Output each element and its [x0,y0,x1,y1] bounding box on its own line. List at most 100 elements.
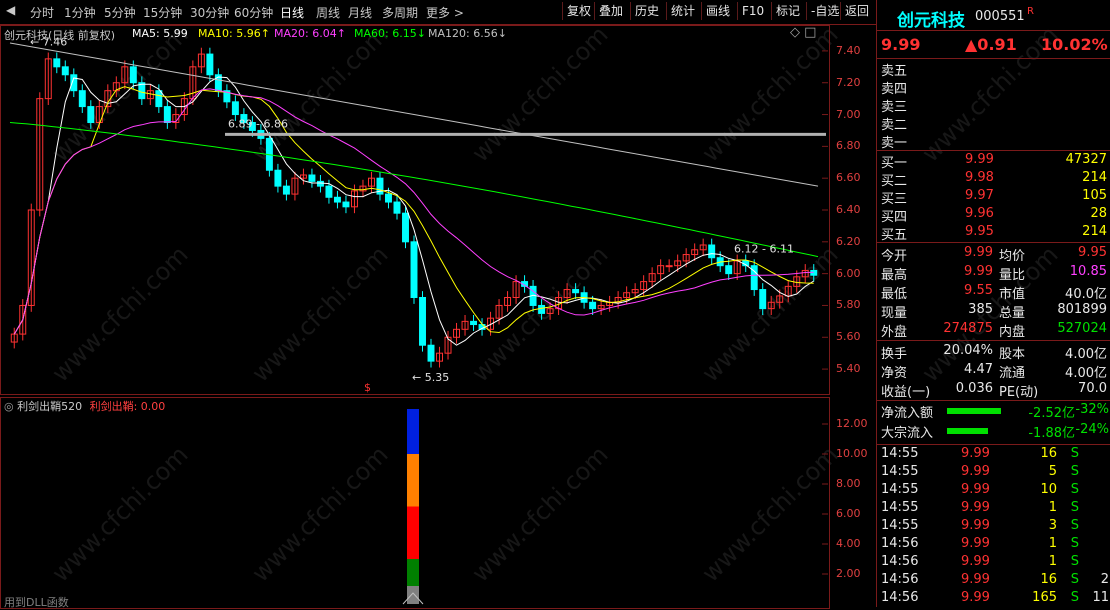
fund-label: PE(动) [999,385,1039,400]
fund-label: 流通 [999,366,1026,381]
range2-annotation: 6.12 - 6.11 [734,243,794,256]
period-tab-8[interactable]: 月线 [348,4,372,21]
candle-body [155,90,163,108]
buy-row: 买一 9.99 47327 [877,152,1110,171]
sell-row: 卖二 [877,114,1110,133]
y-axis-label: 6.80 [836,139,861,153]
candlestick-chart[interactable]: 创元科技(日线 前复权) MA5: 5.99 MA10: 5.96↑ MA20: 6… [0,25,861,395]
candle-body [759,289,767,310]
stat-label: 均价 [999,249,1026,264]
fund-label: 净资 [881,366,908,381]
toolbar-btn-6[interactable]: 标记 [771,2,804,20]
tick-time: 14:56 [881,590,919,605]
period-tab-0[interactable]: 分时 [30,4,54,21]
toolbar-arrow-icon[interactable]: ◀ [6,3,15,17]
buy-volume: 214 [1082,170,1107,185]
tick-row: 14:55 9.99 1 S [877,500,1110,518]
candle-body [708,244,716,259]
candle-body [427,344,435,362]
dll-footer: 用到DLL函数 [4,596,69,609]
period-tab-4[interactable]: 30分钟 [190,4,229,21]
indicator-y-label: 6.00 [836,507,861,520]
tick-time: 14:55 [881,500,919,515]
candle-body [163,106,171,124]
fund-row: 净资 4.47 流通 4.00亿 [877,362,1110,381]
tick-count: 2 [1100,572,1109,587]
stat-value: 527024 [1057,321,1107,336]
tick-side: S [1070,482,1079,497]
fund-value: 4.00亿 [1065,366,1107,381]
y-axis-label: 7.40 [836,43,861,57]
separator [877,30,1110,31]
toolbar-btn-1[interactable]: 叠加 [594,2,627,20]
candle-body [61,66,69,76]
stat-label: 今开 [881,249,908,264]
toolbar-btn-3[interactable]: 统计 [666,2,699,20]
tick-row: 14:56 9.99 165 S 11 [877,590,1110,608]
flow-row: 净流入额 -2.52亿 -32% [877,402,1110,421]
tick-volume: 5 [1048,464,1057,479]
tick-price: 9.99 [961,464,990,479]
stock-code: 000551 [975,9,1025,24]
y-axis-label: 6.40 [836,203,861,216]
range1-annotation: 6.89 - 6.86 [228,118,288,131]
tick-time: 14:55 [881,482,919,497]
stock-header: 创元科技 000551 R [877,6,1110,31]
buy-label: 买三 [881,192,908,207]
indicator-chart[interactable]: ◎ 利剑出鞘520 利剑出鞘: 0.00 用到DLL函数 12.00 10.00 8… [0,397,868,609]
tick-price: 9.99 [961,536,990,551]
stat-value: 274875 [943,321,993,336]
buy-price: 9.99 [965,152,994,167]
period-tab-2[interactable]: 5分钟 [104,4,136,21]
period-tab-1[interactable]: 1分钟 [64,4,96,21]
price-row: 9.99 ▲0.91 10.02% [877,35,1110,57]
flow-label: 净流入额 [881,406,934,421]
tick-time: 14:56 [881,572,919,587]
period-tab-9[interactable]: 多周期 [382,4,418,21]
indicator-y-label: 12.00 [836,417,868,430]
signal-bar-segment [407,454,419,507]
candle-body [470,320,478,326]
tick-row: 14:55 9.99 3 S [877,518,1110,536]
tick-time: 14:55 [881,446,919,461]
signal-bar-segment [407,586,419,604]
toolbar-btn-0[interactable]: 复权 [562,2,595,20]
y-axis-label: 6.60 [836,171,861,185]
sell-row: 卖五 [877,60,1110,79]
period-tab-10[interactable]: 更多 > [426,4,464,21]
fund-row: 换手 20.04% 股本 4.00亿 [877,343,1110,362]
toolbar-btn-4[interactable]: 画线 [701,2,734,20]
candle-body [78,90,86,108]
tick-price: 9.99 [961,590,990,605]
tick-volume: 1 [1048,536,1057,551]
candle-body [87,106,95,124]
indicator-y-label: 4.00 [836,537,861,550]
period-tab-6[interactable]: 日线 [280,4,304,21]
flow-row: 大宗流入 -1.88亿 -24% [877,422,1110,441]
tick-price: 9.99 [961,446,990,461]
tick-row: 14:55 9.99 16 S [877,446,1110,464]
toolbar-btn-7[interactable]: -自选 [806,2,843,20]
fund-value: 4.47 [964,362,993,377]
period-tab-5[interactable]: 60分钟 [234,4,273,21]
separator [877,242,1110,243]
stat-label: 现量 [881,306,908,321]
candle-body [282,185,290,195]
price-pct: 10.02% [1041,35,1108,54]
toolbar-btn-2[interactable]: 历史 [630,2,663,20]
toolbar-btn-8[interactable]: 返回 [840,2,873,20]
toolbar-btn-5[interactable]: F10 [737,2,768,20]
stat-label: 最高 [881,268,908,283]
buy-row: 买二 9.98 214 [877,170,1110,189]
sell-label: 卖五 [881,64,908,79]
buy-volume: 105 [1082,188,1107,203]
buy-row: 买四 9.96 28 [877,206,1110,225]
fund-label: 股本 [999,347,1026,362]
stat-row: 最高 9.99 量比 10.85 [877,264,1110,283]
period-tab-3[interactable]: 15分钟 [143,4,182,21]
price-change: ▲0.91 [965,35,1017,54]
candle-body [231,101,239,116]
candle-body [725,265,733,275]
separator [877,340,1110,341]
period-tab-7[interactable]: 周线 [316,4,340,21]
